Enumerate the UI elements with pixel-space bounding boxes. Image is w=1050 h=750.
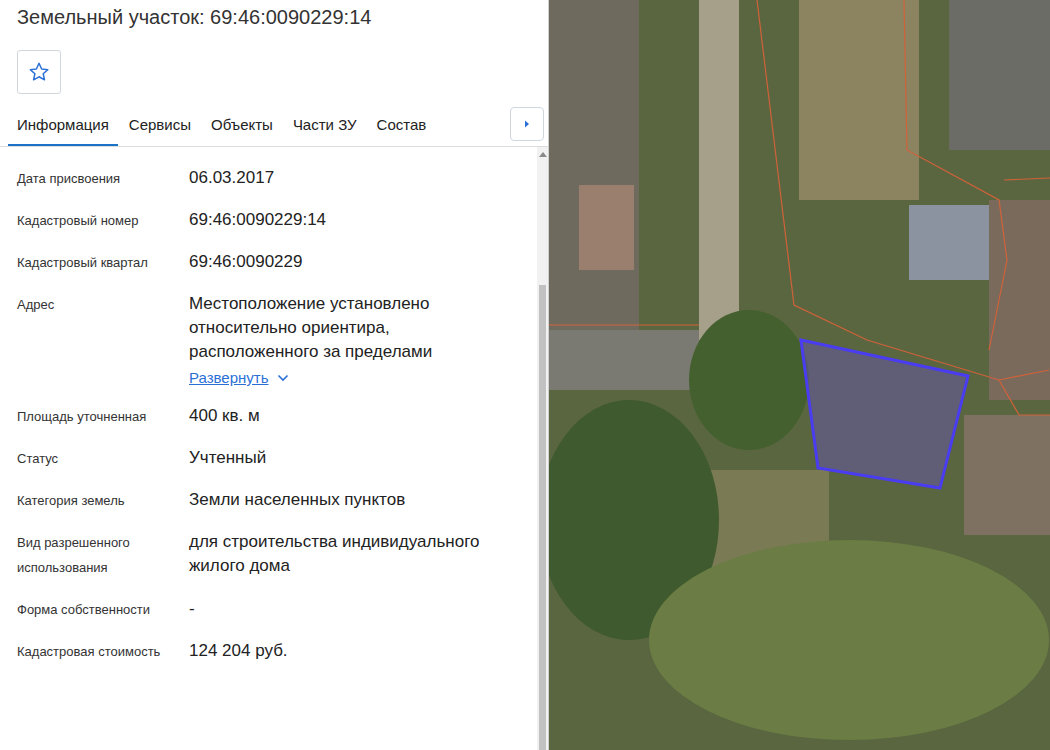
field-value: для строительства индивидуального жилого… [189, 530, 537, 578]
tab[interactable]: Части ЗУ [284, 104, 366, 146]
field-value-cell: Учтенный [189, 446, 537, 470]
field-value: 69:46:0090229 [189, 250, 537, 274]
field-row: СтатусУчтенный [17, 446, 537, 471]
tab[interactable]: Информация [8, 104, 118, 146]
field-label: Форма собственности [17, 597, 189, 622]
field-row: АдресМестоположение установлено относите… [17, 292, 537, 387]
satellite-map [549, 0, 1050, 750]
field-value: Учтенный [189, 446, 537, 470]
field-list: Дата присвоения06.03.2017Кадастровый ном… [0, 147, 537, 750]
field-value-cell: для строительства индивидуального жилого… [189, 530, 537, 578]
field-label: Статус [17, 446, 189, 471]
field-row: Кадастровая стоимость124 204 руб. [17, 639, 537, 664]
tab[interactable]: Объекты [202, 104, 282, 146]
field-value-cell: Местоположение установлено относительно … [189, 292, 537, 387]
favorite-button[interactable] [17, 50, 61, 94]
field-label: Кадастровый квартал [17, 250, 189, 275]
field-value: Местоположение установлено относительно … [189, 292, 479, 364]
field-row: Дата присвоения06.03.2017 [17, 166, 537, 191]
star-icon [28, 61, 50, 83]
field-row: Вид разрешенного использованиядля строит… [17, 530, 537, 580]
field-label: Категория земель [17, 488, 189, 513]
scrollbar-track [537, 161, 548, 750]
tabs-next-button[interactable] [510, 107, 544, 141]
content: Дата присвоения06.03.2017Кадастровый ном… [0, 147, 548, 750]
field-value: 06.03.2017 [189, 166, 537, 190]
expand-link[interactable]: Развернуть [189, 369, 289, 386]
field-value-cell: 06.03.2017 [189, 166, 537, 190]
arrow-right-icon [522, 119, 532, 129]
field-value-cell: 69:46:0090229:14 [189, 208, 537, 232]
parcel-polygon[interactable] [801, 340, 968, 488]
field-label: Дата присвоения [17, 166, 189, 191]
field-value: - [189, 597, 537, 621]
field-value-cell: Земли населенных пунктов [189, 488, 537, 512]
scrollbar-thumb[interactable] [539, 285, 546, 750]
field-value-cell: 400 кв. м [189, 404, 537, 428]
field-label: Площадь уточненная [17, 404, 189, 429]
field-row: Категория земельЗемли населенных пунктов [17, 488, 537, 513]
field-label: Вид разрешенного использования [17, 530, 189, 580]
tabs-bar: ИнформацияСервисыОбъектыЧасти ЗУСостав [0, 104, 548, 147]
map[interactable] [549, 0, 1050, 750]
field-value-cell: - [189, 597, 537, 621]
field-value-cell: 124 204 руб. [189, 639, 537, 663]
tab[interactable]: Сервисы [120, 104, 200, 146]
scrollbar[interactable] [537, 147, 548, 750]
field-value: 400 кв. м [189, 404, 537, 428]
field-row: Площадь уточненная400 кв. м [17, 404, 537, 429]
field-label: Адрес [17, 292, 189, 317]
field-row: Кадастровый квартал69:46:0090229 [17, 250, 537, 275]
panel-title: Земельный участок: 69:46:0090229:14 [0, 0, 548, 29]
page: Земельный участок: 69:46:0090229:14 Инфор… [0, 0, 1050, 750]
tabs: ИнформацияСервисыОбъектыЧасти ЗУСостав [0, 104, 510, 146]
info-panel: Земельный участок: 69:46:0090229:14 Инфор… [0, 0, 549, 750]
field-label: Кадастровый номер [17, 208, 189, 233]
field-value: Земли населенных пунктов [189, 488, 537, 512]
chevron-down-icon [277, 374, 289, 382]
field-label: Кадастровая стоимость [17, 639, 189, 664]
field-value-cell: 69:46:0090229 [189, 250, 537, 274]
field-row: Форма собственности- [17, 597, 537, 622]
tab[interactable]: Состав [368, 104, 436, 146]
field-value: 69:46:0090229:14 [189, 208, 537, 232]
field-value: 124 204 руб. [189, 639, 537, 663]
scroll-up-icon [539, 151, 547, 157]
field-row: Кадастровый номер69:46:0090229:14 [17, 208, 537, 233]
